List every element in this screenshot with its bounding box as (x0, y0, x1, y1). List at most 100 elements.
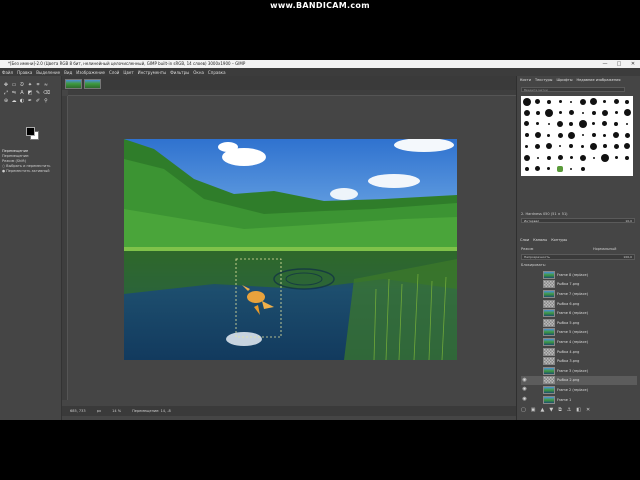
link-toggle[interactable] (528, 309, 543, 318)
brush-preset[interactable] (622, 141, 633, 152)
lasso-icon[interactable]: ᘐ (19, 82, 25, 88)
image-tab-thumb[interactable] (65, 79, 82, 89)
brush-preset[interactable] (555, 163, 566, 174)
visibility-eye-icon[interactable] (521, 366, 528, 375)
link-toggle[interactable] (528, 366, 543, 375)
brush-preset[interactable] (521, 130, 532, 141)
brush-preset[interactable] (532, 163, 543, 174)
layer-row[interactable]: Frame 7 (replace) (521, 289, 637, 299)
brush-preset[interactable] (577, 96, 588, 107)
brush-preset[interactable] (521, 96, 532, 107)
brush-preset[interactable] (566, 107, 577, 118)
brush-tag-filter[interactable]: Введите метки (521, 87, 625, 92)
delete-icon[interactable]: ✕ (586, 407, 590, 413)
brush-preset[interactable] (588, 141, 599, 152)
brush-preset[interactable] (622, 96, 633, 107)
brush-preset[interactable] (622, 107, 633, 118)
layer-row[interactable]: ◉ Рыбка 2.png (521, 375, 637, 386)
visibility-eye-icon[interactable] (521, 299, 528, 308)
move-icon[interactable]: ✥ (3, 82, 9, 88)
brush-preset[interactable] (599, 152, 610, 163)
layer-row[interactable]: Frame 4 (replace) (521, 337, 637, 347)
brush-preset[interactable] (577, 141, 588, 152)
menu-edit[interactable]: Правка (17, 70, 32, 75)
layer-row[interactable]: Рыбка 4.png (521, 347, 637, 357)
crop-icon[interactable]: ⌗ (35, 82, 41, 88)
brush-preset[interactable] (532, 96, 543, 107)
brush-preset[interactable] (555, 107, 566, 118)
warp-icon[interactable]: ≈ (43, 82, 49, 88)
brush-preset[interactable] (588, 118, 599, 129)
unit-select[interactable]: px (97, 409, 101, 413)
brush-preset[interactable] (543, 107, 554, 118)
link-toggle[interactable] (528, 395, 543, 404)
menu-view[interactable]: Вид (64, 70, 72, 75)
zoom-icon[interactable]: ⚲ (43, 98, 49, 104)
link-toggle[interactable] (528, 347, 543, 356)
brush-preset[interactable] (521, 163, 532, 174)
link-toggle[interactable] (528, 270, 543, 279)
tab-brushes[interactable]: Кисти (520, 78, 531, 82)
menu-tools[interactable]: Инструменты (138, 70, 167, 75)
brush-preset[interactable] (521, 152, 532, 163)
brush-preset[interactable] (599, 141, 610, 152)
eraser-icon[interactable]: ⌫ (43, 90, 50, 96)
link-toggle[interactable] (528, 337, 543, 346)
brush-preset[interactable] (611, 141, 622, 152)
link-toggle[interactable] (528, 328, 543, 337)
path-icon[interactable]: ✒ (27, 98, 33, 104)
layer-row[interactable]: Frame 5 (replace) (521, 328, 637, 338)
link-toggle[interactable] (528, 385, 543, 394)
brush-preset[interactable] (599, 130, 610, 141)
menu-file[interactable]: Файл (2, 70, 13, 75)
brush-preset[interactable] (555, 118, 566, 129)
brush-preset[interactable] (555, 141, 566, 152)
brush-preset[interactable] (611, 130, 622, 141)
visibility-eye-icon[interactable] (521, 280, 528, 289)
layer-row[interactable]: ◉ Frame 2 (replace) (521, 385, 637, 395)
rect-select-icon[interactable]: ▭ (11, 82, 17, 88)
layer-row[interactable]: Frame 6 (replace) (521, 308, 637, 318)
menu-help[interactable]: Справка (208, 70, 226, 75)
brush-preset[interactable] (599, 118, 610, 129)
visibility-eye-icon[interactable]: ◉ (521, 376, 528, 385)
transform-icon[interactable]: ⤢ (3, 90, 9, 96)
tab-recent-images[interactable]: Недавние изображения (576, 78, 620, 82)
duplicate-icon[interactable]: ⧉ (558, 407, 562, 413)
brush-preset[interactable] (588, 130, 599, 141)
visibility-eye-icon[interactable] (521, 309, 528, 318)
tab-fonts[interactable]: Шрифты (556, 78, 572, 82)
layer-opacity-slider[interactable]: Непрозрачность 100,0 (521, 254, 635, 260)
mask-icon[interactable]: ◧ (576, 407, 581, 413)
brush-preset[interactable] (532, 107, 543, 118)
menu-image[interactable]: Изображение (76, 70, 105, 75)
brush-preset[interactable] (611, 118, 622, 129)
layer-mode-select[interactable]: Нормальный (593, 246, 616, 252)
link-toggle[interactable] (528, 289, 543, 298)
brush-preset[interactable] (577, 118, 588, 129)
raise-icon[interactable]: ▲ (540, 407, 544, 413)
brush-preset[interactable] (532, 130, 543, 141)
image-canvas[interactable] (124, 139, 457, 360)
lower-icon[interactable]: ▼ (549, 407, 553, 413)
paintbrush-icon[interactable]: ✎ (35, 90, 41, 96)
brush-preset[interactable] (566, 130, 577, 141)
new-layer-icon[interactable]: ▢ (521, 407, 526, 413)
brush-preset[interactable] (555, 130, 566, 141)
dodge-icon[interactable]: ◐ (19, 98, 25, 104)
visibility-eye-icon[interactable] (521, 347, 528, 356)
visibility-eye-icon[interactable]: ◉ (521, 395, 528, 404)
brush-preset[interactable] (543, 163, 554, 174)
menu-windows[interactable]: Окна (193, 70, 204, 75)
minimize-button[interactable]: — (598, 60, 612, 68)
visibility-eye-icon[interactable]: ◉ (521, 385, 528, 394)
menu-colors[interactable]: Цвет (123, 70, 133, 75)
brush-preset[interactable] (532, 141, 543, 152)
brush-preset[interactable] (566, 118, 577, 129)
link-toggle[interactable] (528, 318, 543, 327)
brush-preset[interactable] (521, 141, 532, 152)
tool-option-pick[interactable]: ○ Выбрать и переместить (2, 164, 60, 168)
visibility-eye-icon[interactable] (521, 289, 528, 298)
text-icon[interactable]: A (19, 90, 25, 96)
brush-preset[interactable] (611, 107, 622, 118)
